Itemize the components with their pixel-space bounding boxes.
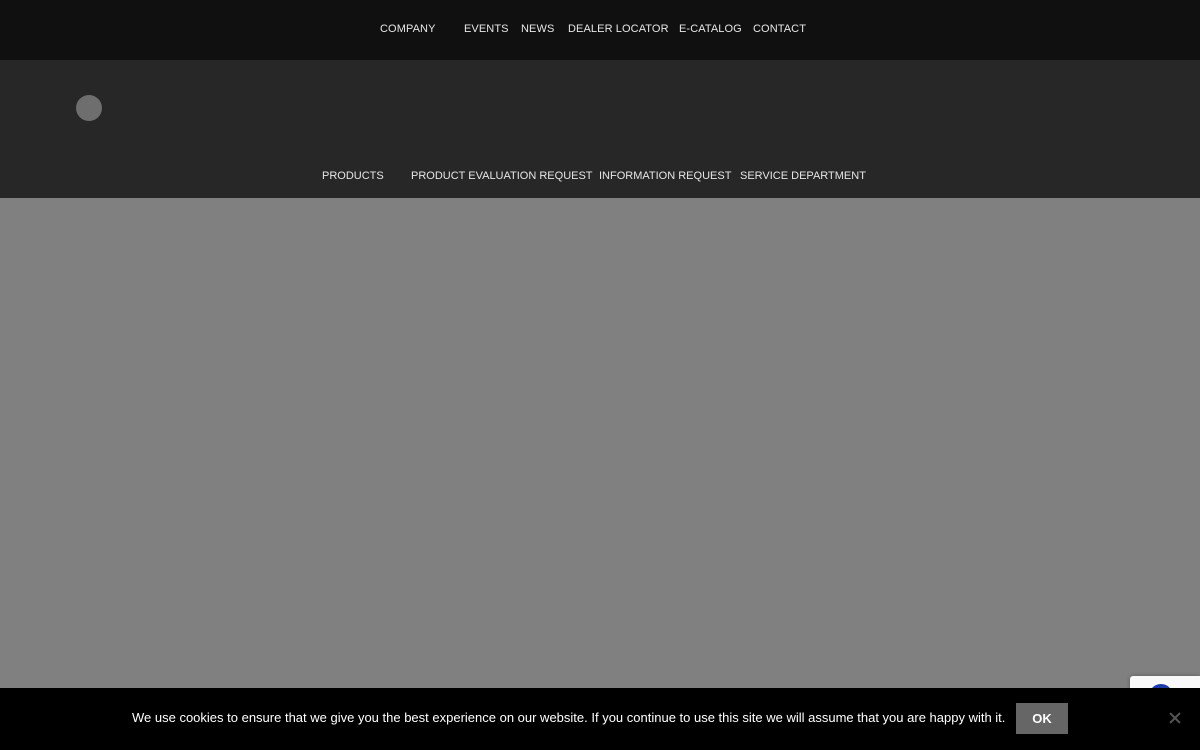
top-nav-contact[interactable]: CONTACT xyxy=(753,22,806,36)
main-nav-product-evaluation-request[interactable]: PRODUCT EVALUATION REQUEST xyxy=(411,169,593,183)
site-header: PRODUCTS PRODUCT EVALUATION REQUEST INFO… xyxy=(0,60,1200,198)
top-bar: COMPANY EVENTS NEWS DEALER LOCATOR E-CAT… xyxy=(0,0,1200,60)
close-icon[interactable] xyxy=(1166,709,1184,727)
top-nav-dealer-locator[interactable]: DEALER LOCATOR xyxy=(568,22,669,36)
top-nav-news[interactable]: NEWS xyxy=(521,22,554,36)
main-nav-information-request[interactable]: INFORMATION REQUEST xyxy=(599,169,731,183)
cookie-notice-message: We use cookies to ensure that we give yo… xyxy=(132,710,1006,725)
top-nav-e-catalog[interactable]: E-CATALOG xyxy=(679,22,742,36)
cookie-notice-bar: We use cookies to ensure that we give yo… xyxy=(0,688,1200,750)
hero-area xyxy=(0,198,1200,688)
main-nav-service-department[interactable]: SERVICE DEPARTMENT xyxy=(740,169,866,183)
logo[interactable] xyxy=(76,95,102,121)
main-nav-products[interactable]: PRODUCTS xyxy=(322,169,384,183)
top-nav-events[interactable]: EVENTS xyxy=(464,22,509,36)
cookie-ok-button[interactable]: OK xyxy=(1016,703,1068,734)
top-nav-company[interactable]: COMPANY xyxy=(380,22,436,36)
